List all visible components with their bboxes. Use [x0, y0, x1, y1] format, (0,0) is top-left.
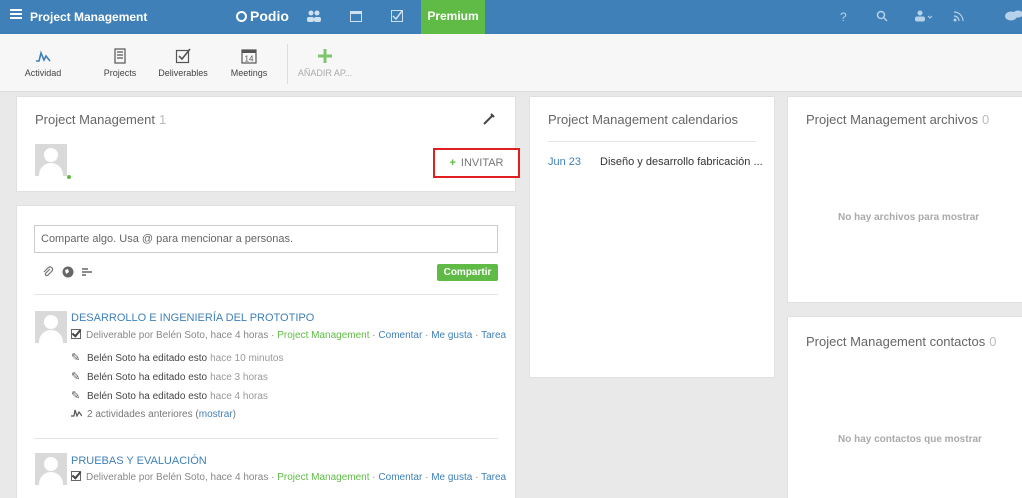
attachment-icon[interactable] — [42, 266, 54, 278]
workspace-link[interactable]: Project Management — [277, 472, 369, 483]
activity-time: hace 10 minutos — [210, 353, 284, 364]
meta-author: Deliverable por Belén Soto, hace 4 horas… — [86, 472, 275, 483]
activity-entry: ✎ Belén Soto ha editado esto hace 4 horas — [71, 389, 268, 402]
task-link[interactable]: Tarea — [481, 330, 506, 341]
chat-icon[interactable] — [1005, 10, 1022, 24]
activity-icon — [35, 48, 51, 64]
apps-toolbar: Actividad Projects Deliverables 14 Meeti… — [0, 34, 1022, 92]
logo-text: Podio — [250, 8, 289, 24]
contacts-count: 0 — [989, 334, 997, 349]
members-card-title: Project Management 1 — [35, 112, 166, 127]
feed-item-meta: Deliverable por Belén Soto, hace 4 horas… — [71, 329, 506, 341]
share-button[interactable]: Compartir — [437, 264, 498, 281]
podio-logo[interactable]: Podio — [236, 8, 289, 24]
rss-feed-icon[interactable] — [953, 10, 965, 24]
globe-icon[interactable] — [62, 266, 74, 278]
pencil-icon: ✎ — [71, 390, 81, 402]
members-count: 1 — [158, 112, 167, 127]
workspace-title[interactable]: Project Management — [30, 10, 147, 24]
contacts-title-text: Project Management contactos — [806, 334, 986, 349]
share-input[interactable]: Comparte algo. Usa @ para mencionar a pe… — [34, 225, 498, 253]
activity-text: Belén Soto ha editado esto — [87, 372, 208, 383]
comment-link[interactable]: Comentar — [378, 330, 422, 341]
files-card — [787, 96, 1022, 303]
show-more-link[interactable]: mostrar — [199, 409, 233, 420]
projects-icon — [112, 48, 128, 64]
divider — [34, 438, 498, 439]
author-avatar[interactable] — [35, 311, 67, 343]
activity-entry: ✎ Belén Soto ha editado esto hace 3 horas — [71, 370, 268, 383]
files-empty-message: No hay archivos para mostrar — [838, 212, 980, 223]
svg-text:14: 14 — [245, 55, 254, 64]
online-status-dot — [67, 175, 71, 179]
comment-link[interactable]: Comentar — [378, 472, 422, 483]
app-label: AÑADIR AP... — [297, 68, 353, 78]
previous-prefix: 2 actividades anteriores ( — [87, 409, 199, 420]
meta-author: Deliverable por Belén Soto, hace 4 horas… — [86, 330, 275, 341]
feed-item-title[interactable]: DESARROLLO E INGENIERÍA DEL PROTOTIPO — [71, 312, 314, 324]
search-icon[interactable] — [876, 10, 888, 24]
app-deliverables[interactable]: Deliverables — [158, 34, 208, 92]
plus-icon: + — [449, 157, 456, 169]
tasks-icon[interactable] — [390, 10, 404, 24]
feed-item-meta: Deliverable por Belén Soto, hace 4 horas… — [71, 471, 506, 483]
app-actividad[interactable]: Actividad — [24, 34, 62, 92]
podio-pin-icon — [236, 11, 247, 22]
top-navigation-bar: Project Management Podio Premium ? — [0, 0, 1022, 34]
contacts-card-title: Project Management contactos 0 — [806, 334, 996, 349]
files-count: 0 — [981, 112, 990, 127]
files-card-title: Project Management archivos 0 — [806, 112, 989, 127]
activity-time: hace 4 horas — [210, 391, 268, 402]
app-label: Deliverables — [158, 68, 208, 78]
toolbar-divider — [287, 44, 288, 84]
activity-icon — [71, 408, 83, 420]
app-projects[interactable]: Projects — [100, 34, 140, 92]
app-label: Meetings — [230, 68, 268, 78]
divider — [548, 141, 756, 142]
invite-button[interactable]: + INVITAR — [433, 148, 520, 178]
feed-item-title[interactable]: PRUEBAS Y EVALUACIÓN — [71, 455, 207, 467]
member-avatar[interactable] — [35, 144, 67, 176]
plus-icon — [317, 48, 333, 64]
author-avatar[interactable] — [35, 453, 67, 485]
task-link[interactable]: Tarea — [481, 472, 506, 483]
divider — [34, 294, 498, 295]
activity-entry: ✎ Belén Soto ha editado esto hace 10 minut… — [71, 351, 283, 364]
event-title[interactable]: Diseño y desarrollo fabricación ... — [600, 156, 763, 168]
calendar-14-icon: 14 — [241, 48, 257, 64]
format-text-icon[interactable] — [81, 266, 93, 278]
calendar-card — [529, 96, 775, 378]
activity-text: Belén Soto ha editado esto — [87, 391, 208, 402]
app-meetings[interactable]: 14 Meetings — [228, 34, 270, 92]
deliverable-check-icon — [71, 329, 81, 339]
premium-button[interactable]: Premium — [421, 0, 485, 34]
contacts-icon[interactable] — [307, 10, 321, 24]
previous-activities: 2 actividades anteriores (mostrar) — [71, 408, 236, 420]
hamburger-menu-icon[interactable] — [10, 9, 22, 19]
contacts-empty-message: No hay contactos que mostrar — [838, 434, 982, 445]
calendar-card-title: Project Management calendarios — [548, 112, 739, 127]
activity-text: Belén Soto ha editado esto — [87, 353, 208, 364]
app-label: Actividad — [24, 68, 62, 78]
deliverable-check-icon — [71, 471, 81, 481]
pencil-icon: ✎ — [71, 352, 81, 364]
deliverables-icon — [175, 48, 191, 64]
like-link[interactable]: Me gusta — [431, 330, 472, 341]
workspace-link[interactable]: Project Management — [277, 330, 369, 341]
app-label: Projects — [103, 68, 137, 78]
calendar-icon[interactable] — [349, 10, 363, 24]
files-title-text: Project Management archivos — [806, 112, 978, 127]
like-link[interactable]: Me gusta — [431, 472, 472, 483]
help-icon[interactable]: ? — [840, 10, 847, 24]
previous-suffix: ) — [232, 409, 236, 420]
calendar-event[interactable]: Jun 23 Diseño y desarrollo fabricación ..… — [548, 156, 763, 168]
user-menu-icon[interactable] — [914, 10, 934, 24]
pencil-icon: ✎ — [71, 371, 81, 383]
event-date: Jun 23 — [548, 156, 582, 168]
add-app-button[interactable]: AÑADIR AP... — [295, 34, 355, 92]
invite-label: INVITAR — [460, 157, 504, 169]
members-title-text: Project Management — [35, 112, 155, 127]
wrench-settings-icon[interactable] — [482, 112, 496, 126]
activity-time: hace 3 horas — [210, 372, 268, 383]
